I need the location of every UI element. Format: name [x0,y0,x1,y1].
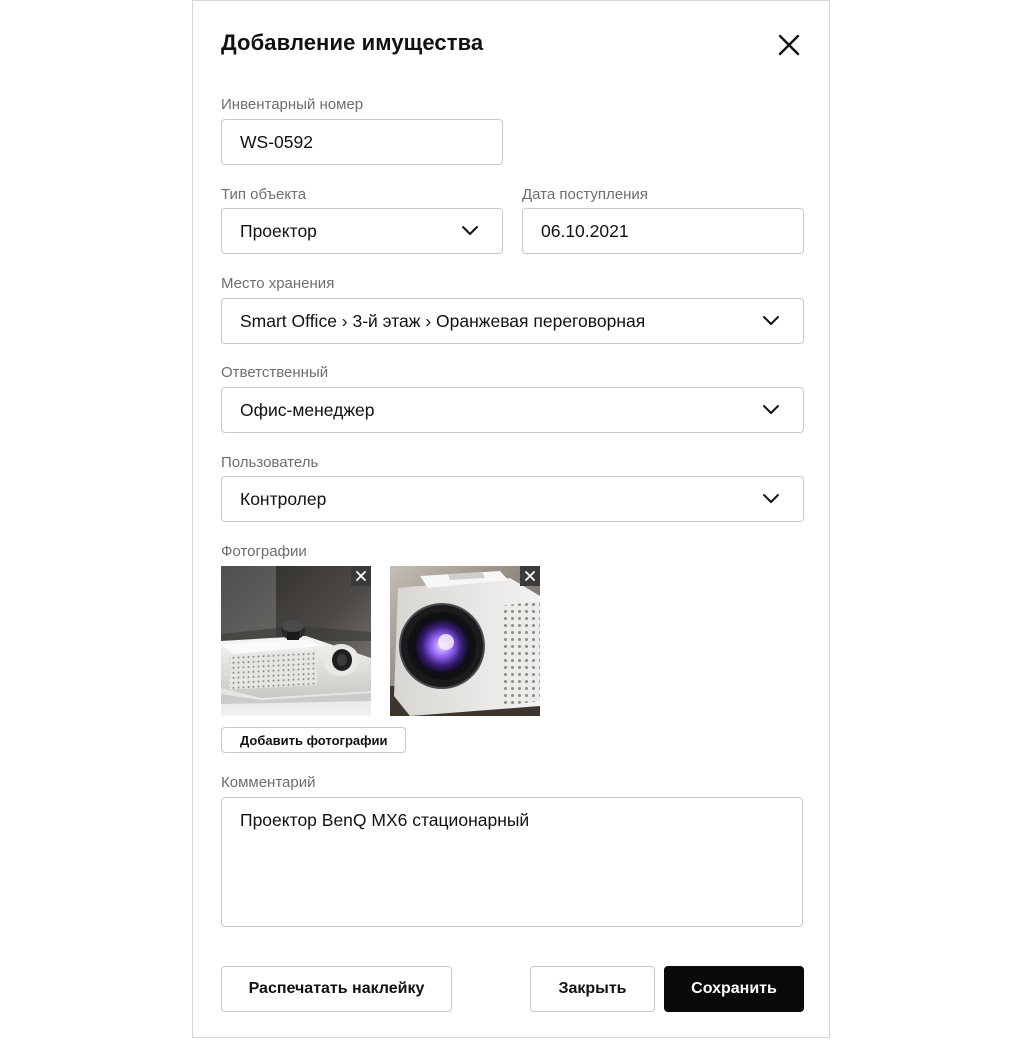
comment-value: Проектор BenQ MX6 стационарный [240,810,530,830]
comment-textarea[interactable]: Проектор BenQ MX6 стационарный [221,797,803,927]
user-label: Пользователь [221,454,319,471]
save-button[interactable]: Сохранить [664,966,804,1012]
storage-location-label: Место хранения [221,275,335,292]
projector-photo-2 [390,566,540,716]
close-button[interactable]: Закрыть [530,966,655,1012]
dialog-title: Добавление имущества [221,30,484,55]
chevron-down-icon [761,311,781,331]
comment-label: Комментарий [221,774,316,791]
remove-photo-button[interactable] [351,566,371,586]
responsible-select[interactable]: Офис-менеджер [221,387,804,433]
close-icon[interactable] [775,31,803,59]
chevron-down-icon [761,489,781,509]
responsible-label: Ответственный [221,364,329,381]
arrival-date-input[interactable]: 06.10.2021 [522,208,804,254]
inventory-number-label: Инвентарный номер [221,96,364,113]
photo-thumbnail[interactable] [221,566,371,716]
close-icon [525,571,535,581]
object-type-value: Проектор [240,220,317,241]
photo-thumbnail[interactable] [390,566,540,716]
user-value: Контролер [240,488,327,509]
user-select[interactable]: Контролер [221,476,804,522]
inventory-number-input[interactable]: WS-0592 [221,119,503,165]
add-asset-dialog: Добавление имущества Инвентарный номер W… [192,0,830,1038]
arrival-date-label: Дата поступления [522,186,648,203]
storage-location-value: Smart Office › 3-й этаж › Оранжевая пере… [240,310,646,331]
chevron-down-icon [460,221,480,241]
inventory-number-value: WS-0592 [240,131,313,152]
photos-label: Фотографии [221,543,307,560]
chevron-down-icon [761,400,781,420]
add-photos-button[interactable]: Добавить фотографии [221,727,407,753]
print-label-button[interactable]: Распечатать наклейку [221,966,452,1012]
responsible-value: Офис-менеджер [240,399,375,420]
object-type-label: Тип объекта [221,186,307,203]
remove-photo-button[interactable] [520,566,540,586]
arrival-date-value: 06.10.2021 [541,220,629,241]
projector-photo-1 [221,566,371,716]
close-icon [356,571,366,581]
storage-location-select[interactable]: Smart Office › 3-й этаж › Оранжевая пере… [221,298,804,344]
object-type-select[interactable]: Проектор [221,208,503,254]
